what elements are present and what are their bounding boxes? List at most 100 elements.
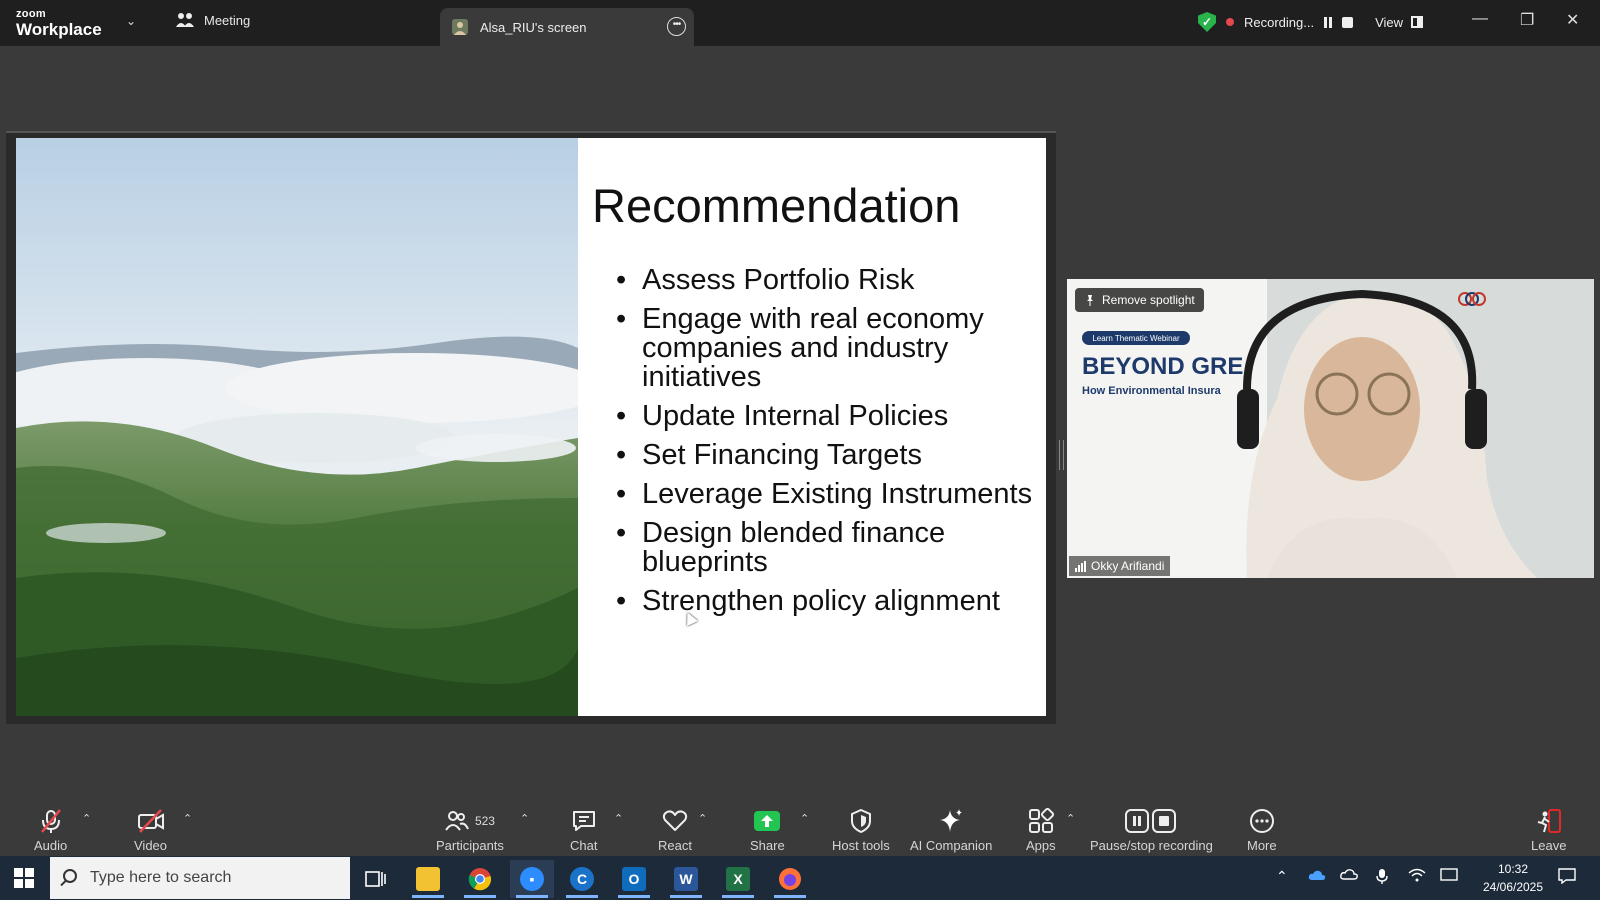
taskbar-search-box[interactable]: Type here to search [50, 857, 350, 899]
remove-spotlight-button[interactable]: Remove spotlight [1075, 288, 1204, 312]
pause-stop-icon [1125, 808, 1177, 834]
audio-options-caret-icon[interactable]: ⌃ [82, 812, 91, 825]
title-bar: zoom Workplace ⌄ Meeting Alsa_RIU's scre… [0, 0, 1600, 46]
react-label: React [658, 838, 692, 853]
close-icon[interactable]: ✕ [1566, 10, 1579, 30]
pause-stop-label: Pause/stop recording [1090, 838, 1213, 853]
search-icon [63, 869, 77, 883]
slide-bullet: Leverage Existing Instruments [616, 480, 1036, 510]
audio-label: Audio [34, 838, 68, 853]
more-label: More [1247, 838, 1277, 853]
slide-bullet: Engage with real economy companies and i… [616, 305, 1036, 392]
react-button[interactable]: React [658, 790, 692, 856]
minimize-icon[interactable]: — [1472, 10, 1488, 28]
remove-spotlight-label: Remove spotlight [1102, 293, 1195, 307]
firefox-icon[interactable] [768, 860, 812, 898]
zoom-logo: zoom Workplace [16, 9, 102, 39]
participants-options-caret-icon[interactable]: ⌃ [520, 812, 529, 825]
pin-icon [1087, 295, 1093, 306]
participants-button[interactable]: 523 Participants [436, 790, 504, 856]
wifi-icon[interactable] [1408, 868, 1426, 885]
tab-screen-share-label: Alsa_RIU's screen [480, 19, 587, 35]
system-clock[interactable]: 10:32 24/06/2025 [1468, 860, 1558, 896]
slide-title: Recommendation [592, 179, 961, 232]
microphone-icon[interactable] [1376, 868, 1388, 887]
ai-companion-label: AI Companion [910, 838, 993, 853]
copilot-icon[interactable]: C [560, 860, 604, 898]
taskbar-search-placeholder: Type here to search [90, 869, 232, 886]
outlook-icon[interactable]: O [612, 860, 656, 898]
slide-bullet-list: Assess Portfolio Risk Engage with real e… [616, 266, 1036, 626]
participants-icon [445, 811, 469, 831]
panel-resize-handle[interactable] [1059, 440, 1064, 470]
participant-name: Okky Arifiandi [1091, 559, 1165, 573]
tab-screen-share[interactable]: Alsa_RIU's screen ••• [440, 8, 694, 46]
notifications-icon[interactable] [1558, 868, 1576, 887]
clock-date: 24/06/2025 [1482, 880, 1544, 894]
slide-bullet: Design blended finance blueprints [616, 519, 1036, 577]
video-off-icon [137, 808, 165, 834]
video-bg-tag: Learn Thematic Webinar [1092, 334, 1180, 343]
encryption-shield-icon[interactable]: ✓ [1198, 12, 1216, 32]
recording-dot-icon [1226, 18, 1234, 26]
more-icon [1249, 808, 1275, 834]
leave-button[interactable]: Leave [1531, 790, 1566, 856]
chat-options-caret-icon[interactable]: ⌃ [614, 812, 623, 825]
video-feed: Learn Thematic Webinar BEYOND GRE How En… [1067, 279, 1594, 578]
host-tools-button[interactable]: Host tools [832, 790, 890, 856]
onedrive-icon[interactable] [1308, 868, 1326, 884]
view-button[interactable]: View [1375, 15, 1424, 30]
share-label: Share [750, 838, 785, 853]
share-options-caret-icon[interactable]: ⌃ [800, 812, 809, 825]
leave-label: Leave [1531, 838, 1567, 853]
clock-time: 10:32 [1497, 862, 1529, 876]
more-button[interactable]: More [1247, 790, 1277, 856]
share-screen-icon [753, 808, 781, 834]
video-options-caret-icon[interactable]: ⌃ [183, 812, 192, 825]
chevron-down-icon[interactable]: ⌄ [126, 14, 136, 28]
onedrive-sync-icon[interactable] [1340, 868, 1358, 885]
react-options-caret-icon[interactable]: ⌃ [698, 812, 707, 825]
pause-recording-icon[interactable] [1324, 16, 1333, 28]
sparkle-icon [938, 808, 964, 834]
tray-chevron-up-icon[interactable]: ⌃ [1276, 868, 1288, 885]
more-options-icon[interactable]: ••• [667, 17, 686, 36]
microphone-muted-icon [38, 808, 64, 834]
display-icon[interactable] [1440, 868, 1458, 885]
heart-icon [662, 808, 688, 834]
restore-icon[interactable]: ❐ [1520, 10, 1534, 30]
word-icon[interactable]: W [664, 860, 708, 898]
participants-icon-group: 523 [445, 808, 495, 834]
signal-strength-icon [1075, 560, 1086, 572]
tab-meeting-label: Meeting [204, 12, 251, 28]
file-explorer-icon[interactable] [406, 860, 450, 898]
shared-screen: Recommendation Assess Portfolio Risk Eng… [6, 131, 1056, 724]
slide-bullet: Assess Portfolio Risk [616, 266, 1036, 296]
chrome-icon[interactable] [458, 860, 502, 898]
stop-recording-icon[interactable] [1342, 16, 1354, 28]
task-view-icon[interactable] [354, 860, 398, 898]
chat-button[interactable]: Chat [570, 790, 597, 856]
apps-button[interactable]: Apps [1026, 790, 1056, 856]
chat-icon [571, 808, 597, 834]
apps-options-caret-icon[interactable]: ⌃ [1066, 812, 1075, 825]
video-label: Video [134, 838, 168, 853]
presentation-slide: Recommendation Assess Portfolio Risk Eng… [16, 138, 1046, 716]
pause-stop-recording-button[interactable]: Pause/stop recording [1090, 790, 1213, 856]
windows-start-icon[interactable] [14, 868, 34, 888]
zoom-app-icon[interactable]: ▪ [510, 860, 554, 898]
ai-companion-button[interactable]: AI Companion [910, 790, 992, 856]
participant-video[interactable]: Learn Thematic Webinar BEYOND GRE How En… [1067, 279, 1594, 578]
slide-bullet: Update Internal Policies [616, 402, 1036, 432]
chat-label: Chat [570, 838, 598, 853]
participant-avatar-icon [452, 19, 468, 35]
audio-button[interactable]: Audio [34, 790, 67, 856]
excel-icon[interactable]: X [716, 860, 760, 898]
video-bg-sub: How Environmental Insura [1082, 385, 1222, 397]
shield-icon [850, 808, 872, 834]
share-button[interactable]: Share [750, 790, 785, 856]
tab-meeting[interactable]: Meeting [176, 12, 250, 28]
video-button[interactable]: Video [134, 790, 167, 856]
windows-taskbar: Type here to search ▪ C O W X ⌃ 10:32 24… [0, 856, 1600, 900]
recording-status: Recording... [1244, 14, 1315, 30]
